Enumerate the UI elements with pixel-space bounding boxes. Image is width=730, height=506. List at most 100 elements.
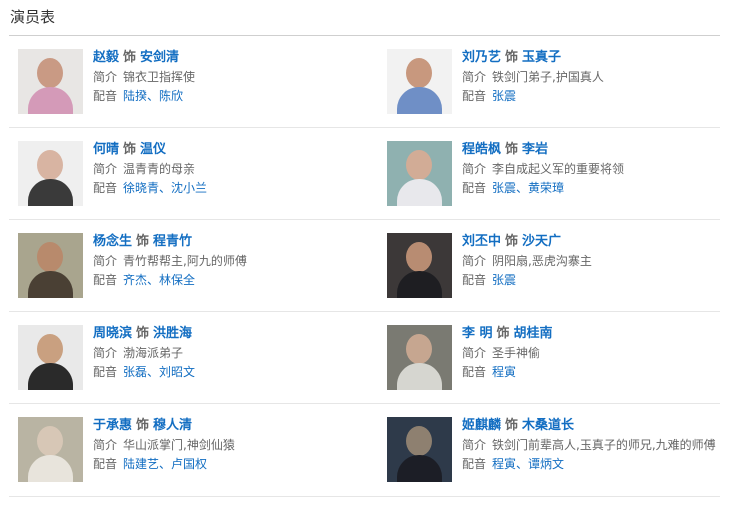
role-name-link[interactable]: 洪胜海 xyxy=(153,326,192,341)
intro-label: 简介 xyxy=(462,162,487,176)
intro-label: 简介 xyxy=(462,346,487,360)
cast-member: 周晓滨饰洪胜海 简介 渤海派弟子 配音 张磊、刘昭文 xyxy=(9,312,354,403)
name-line: 程皓枫饰李岩 xyxy=(462,140,730,160)
as-label: 饰 xyxy=(136,326,150,341)
voice-actor-link[interactable]: 张震、黄荣璋 xyxy=(492,181,564,195)
intro-label: 简介 xyxy=(462,70,487,84)
name-line: 赵毅饰安剑清 xyxy=(93,48,353,68)
cast-row: 于承惠饰穆人清 简介 华山派掌门,神剑仙猿 配音 陆建艺、卢国权 姬麒麟饰木桑道长 简介 铁剑… xyxy=(9,404,720,497)
role-name-link[interactable]: 木桑道长 xyxy=(522,418,574,433)
role-name-link[interactable]: 温仪 xyxy=(140,142,166,157)
actor-photo[interactable] xyxy=(387,49,452,114)
dub-line: 配音 程寅 xyxy=(462,363,730,382)
role-name-link[interactable]: 程青竹 xyxy=(153,234,192,249)
voice-actor-link[interactable]: 陆揆、陈欣 xyxy=(123,89,183,103)
intro-label: 简介 xyxy=(93,438,118,452)
as-label: 饰 xyxy=(123,142,137,157)
dub-label: 配音 xyxy=(462,457,487,471)
voice-actor-link[interactable]: 徐晓青、沈小兰 xyxy=(123,181,207,195)
actor-name-link[interactable]: 李 明 xyxy=(462,326,493,341)
voice-actor-link[interactable]: 张震 xyxy=(492,273,516,287)
name-line: 周晓滨饰洪胜海 xyxy=(93,324,353,344)
actor-name-link[interactable]: 杨念生 xyxy=(93,234,132,249)
intro-text: 铁剑门弟子,护国真人 xyxy=(492,70,604,84)
photo-body xyxy=(397,363,442,390)
cast-member: 刘丕中饰沙天广 简介 阴阳扇,恶虎沟寨主 配音 张震 xyxy=(379,220,724,311)
photo-head xyxy=(406,334,432,364)
role-name-link[interactable]: 穆人清 xyxy=(153,418,192,433)
actor-name-link[interactable]: 周晓滨 xyxy=(93,326,132,341)
page-title: 演员表 xyxy=(10,8,56,26)
voice-actor-link[interactable]: 陆建艺、卢国权 xyxy=(123,457,207,471)
cast-info: 姬麒麟饰木桑道长 简介 铁剑门前辈高人,玉真子的师兄,九难的师傅 配音 程寅、谭炳文 xyxy=(462,416,730,474)
actor-name-link[interactable]: 何晴 xyxy=(93,142,119,157)
as-label: 饰 xyxy=(505,142,519,157)
actor-photo[interactable] xyxy=(387,417,452,482)
cast-info: 周晓滨饰洪胜海 简介 渤海派弟子 配音 张磊、刘昭文 xyxy=(93,324,353,382)
cast-member: 姬麒麟饰木桑道长 简介 铁剑门前辈高人,玉真子的师兄,九难的师傅 配音 程寅、谭炳文 xyxy=(379,404,724,496)
photo-head xyxy=(406,242,432,272)
actor-photo[interactable] xyxy=(18,417,83,482)
cast-info: 于承惠饰穆人清 简介 华山派掌门,神剑仙猿 配音 陆建艺、卢国权 xyxy=(93,416,353,474)
photo-head xyxy=(37,150,63,180)
photo-body xyxy=(28,87,73,114)
intro-label: 简介 xyxy=(462,438,487,452)
photo-head xyxy=(406,58,432,88)
photo-body xyxy=(397,87,442,114)
name-line: 杨念生饰程青竹 xyxy=(93,232,353,252)
actor-name-link[interactable]: 程皓枫 xyxy=(462,142,501,157)
actor-photo[interactable] xyxy=(387,141,452,206)
as-label: 饰 xyxy=(123,50,137,65)
actor-photo[interactable] xyxy=(18,49,83,114)
dub-label: 配音 xyxy=(462,365,487,379)
intro-line: 简介 青竹帮帮主,阿九的师傅 xyxy=(93,252,353,271)
name-line: 李 明饰胡桂南 xyxy=(462,324,730,344)
role-name-link[interactable]: 沙天广 xyxy=(522,234,561,249)
role-name-link[interactable]: 胡桂南 xyxy=(514,326,553,341)
dub-label: 配音 xyxy=(462,181,487,195)
intro-line: 简介 华山派掌门,神剑仙猿 xyxy=(93,436,353,455)
cast-info: 刘丕中饰沙天广 简介 阴阳扇,恶虎沟寨主 配音 张震 xyxy=(462,232,730,290)
cast-info: 何晴饰温仪 简介 温青青的母亲 配音 徐晓青、沈小兰 xyxy=(93,140,353,198)
intro-line: 简介 圣手神偷 xyxy=(462,344,730,363)
cast-member: 何晴饰温仪 简介 温青青的母亲 配音 徐晓青、沈小兰 xyxy=(9,128,354,219)
actor-name-link[interactable]: 于承惠 xyxy=(93,418,132,433)
role-name-link[interactable]: 安剑清 xyxy=(140,50,179,65)
voice-actor-link[interactable]: 张磊、刘昭文 xyxy=(123,365,195,379)
cast-member: 李 明饰胡桂南 简介 圣手神偷 配音 程寅 xyxy=(379,312,724,403)
voice-actor-link[interactable]: 程寅 xyxy=(492,365,516,379)
role-name-link[interactable]: 李岩 xyxy=(522,142,548,157)
dub-label: 配音 xyxy=(93,273,118,287)
photo-body xyxy=(397,455,442,482)
dub-label: 配音 xyxy=(462,89,487,103)
actor-name-link[interactable]: 赵毅 xyxy=(93,50,119,65)
intro-line: 简介 渤海派弟子 xyxy=(93,344,353,363)
as-label: 饰 xyxy=(136,234,150,249)
actor-name-link[interactable]: 刘乃艺 xyxy=(462,50,501,65)
actor-photo[interactable] xyxy=(18,233,83,298)
photo-body xyxy=(28,363,73,390)
actor-photo[interactable] xyxy=(18,141,83,206)
voice-actor-link[interactable]: 张震 xyxy=(492,89,516,103)
cast-member: 刘乃艺饰玉真子 简介 铁剑门弟子,护国真人 配音 张震 xyxy=(379,36,724,127)
intro-text: 温青青的母亲 xyxy=(123,162,196,176)
voice-actor-link[interactable]: 程寅、谭炳文 xyxy=(492,457,564,471)
actor-name-link[interactable]: 刘丕中 xyxy=(462,234,501,249)
actor-photo[interactable] xyxy=(18,325,83,390)
voice-actor-link[interactable]: 齐杰、林保全 xyxy=(123,273,195,287)
dub-line: 配音 张震 xyxy=(462,87,730,106)
intro-text: 锦衣卫指挥使 xyxy=(123,70,196,84)
cast-row: 赵毅饰安剑清 简介 锦衣卫指挥使 配音 陆揆、陈欣 刘乃艺饰玉真子 简介 铁剑门弟子,护国真人… xyxy=(9,36,720,128)
dub-line: 配音 张震、黄荣璋 xyxy=(462,179,730,198)
actor-photo[interactable] xyxy=(387,233,452,298)
role-name-link[interactable]: 玉真子 xyxy=(522,50,561,65)
cast-member: 于承惠饰穆人清 简介 华山派掌门,神剑仙猿 配音 陆建艺、卢国权 xyxy=(9,404,354,496)
intro-text: 李自成起义军的重要将领 xyxy=(492,162,625,176)
dub-line: 配音 齐杰、林保全 xyxy=(93,271,353,290)
photo-head xyxy=(406,150,432,180)
cast-info: 程皓枫饰李岩 简介 李自成起义军的重要将领 配音 张震、黄荣璋 xyxy=(462,140,730,198)
name-line: 刘乃艺饰玉真子 xyxy=(462,48,730,68)
actor-name-link[interactable]: 姬麒麟 xyxy=(462,418,501,433)
intro-line: 简介 铁剑门弟子,护国真人 xyxy=(462,68,730,87)
actor-photo[interactable] xyxy=(387,325,452,390)
